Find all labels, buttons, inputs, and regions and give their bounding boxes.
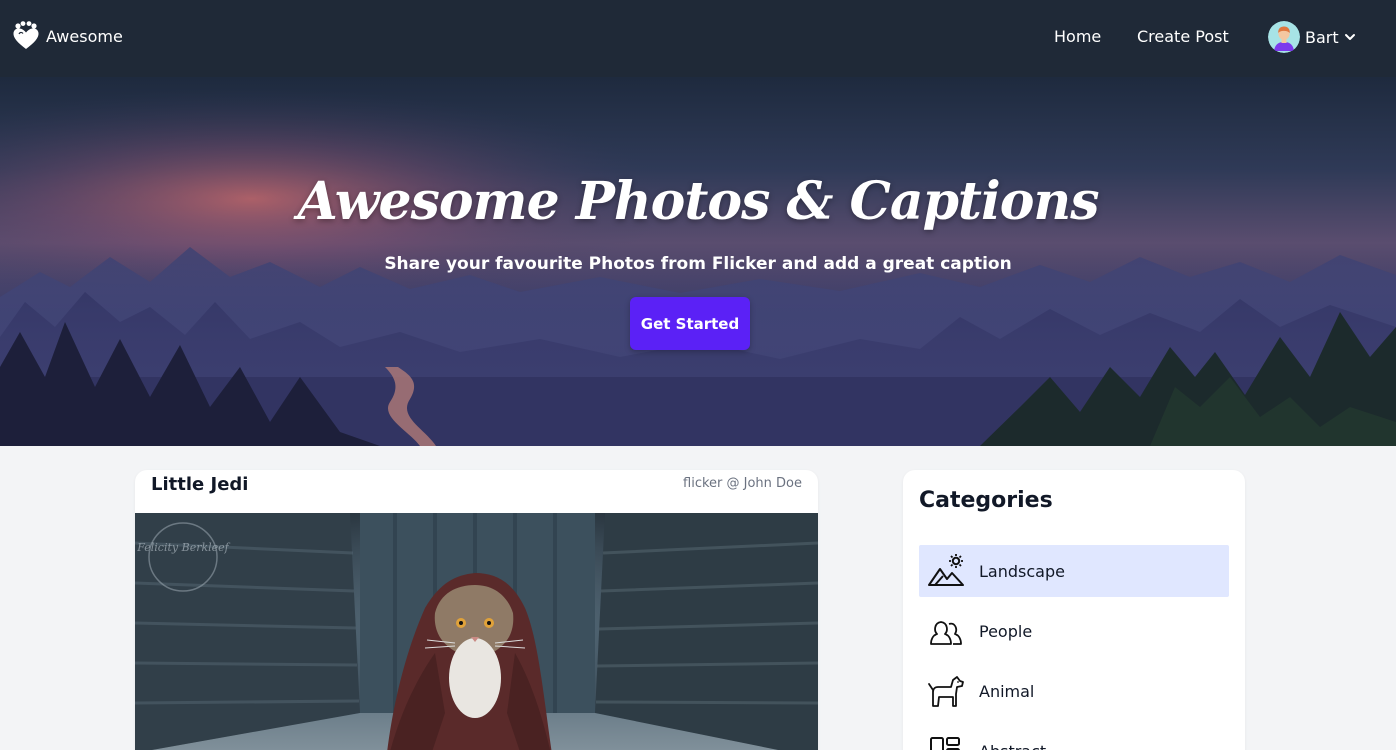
category-people-label: People xyxy=(979,621,1033,641)
user-menu[interactable]: Bart xyxy=(1268,20,1357,54)
post-card[interactable]: Little Jedi flicker @ John Doe Felicity … xyxy=(135,470,818,750)
nav-home-link[interactable]: Home xyxy=(1054,26,1101,48)
category-animal[interactable]: Animal xyxy=(919,665,1229,717)
post-title[interactable]: Little Jedi xyxy=(151,473,248,497)
category-landscape-label: Landscape xyxy=(979,561,1065,581)
hero-subtitle: Share your favourite Photos from Flicker… xyxy=(384,254,1012,274)
categories-heading: Categories xyxy=(919,488,1053,513)
chevron-down-icon xyxy=(1344,34,1355,40)
heart-paw-icon xyxy=(13,21,39,49)
brand-name: Awesome xyxy=(46,26,123,46)
avatar-icon xyxy=(1268,21,1300,53)
user-name: Bart xyxy=(1305,27,1339,47)
nav-create-post-link[interactable]: Create Post xyxy=(1137,26,1229,48)
post-credit[interactable]: flicker @ John Doe xyxy=(683,475,802,493)
categories-panel: Categories Landscape People Animal xyxy=(903,470,1245,750)
category-people[interactable]: People xyxy=(919,605,1229,657)
dog-icon xyxy=(928,676,964,707)
hero-banner: Awesome Photos & Captions Share your fav… xyxy=(0,77,1396,446)
category-abstract-label: Abstract xyxy=(979,742,1046,750)
hero-title: Awesome Photos & Captions xyxy=(297,171,1100,232)
get-started-button[interactable]: Get Started xyxy=(630,297,750,350)
watermark-text: Felicity Berkleef xyxy=(136,541,230,554)
cat-in-hood-photo[interactable]: Felicity Berkleef xyxy=(135,513,818,750)
category-animal-label: Animal xyxy=(979,681,1035,701)
top-navbar: Awesome Home Create Post Bart xyxy=(0,0,1396,77)
category-abstract[interactable]: Abstract xyxy=(919,725,1229,750)
people-icon xyxy=(930,621,962,645)
brand-link[interactable]: Awesome xyxy=(12,18,123,54)
landscape-icon xyxy=(928,554,964,586)
abstract-icon xyxy=(930,737,960,750)
category-landscape[interactable]: Landscape xyxy=(919,545,1229,597)
